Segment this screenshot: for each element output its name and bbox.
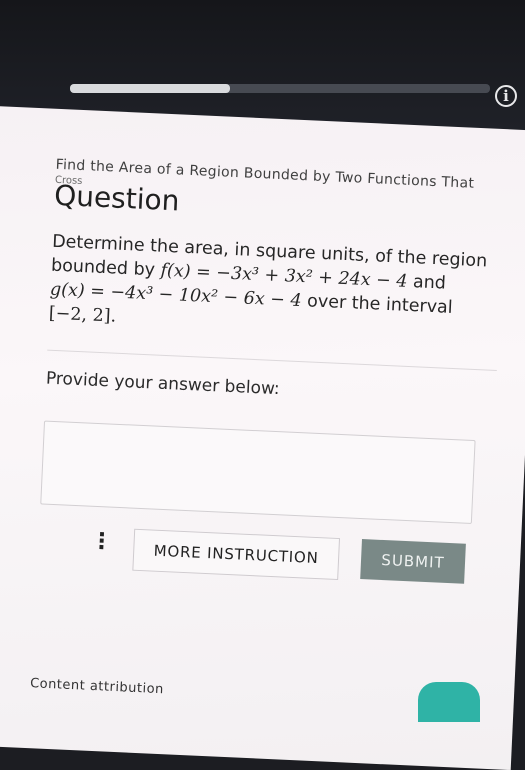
divider (47, 349, 497, 372)
more-options-icon[interactable]: ⋮ (90, 529, 113, 555)
and-text: and (406, 271, 447, 294)
answer-input[interactable] (40, 420, 476, 525)
bounded-by-text: bounded by (50, 255, 162, 281)
interval-text: over the interval (301, 291, 454, 318)
question-panel: Find the Area of a Region Bounded by Two… (0, 105, 525, 770)
info-icon[interactable]: i (495, 85, 517, 107)
question-text: Determine the area, in square units, of … (48, 230, 502, 346)
progress-fill (70, 84, 230, 93)
answer-prompt: Provide your answer below: (45, 368, 281, 400)
content-attribution-link[interactable]: Content attribution (30, 676, 164, 697)
submit-button[interactable]: SUBMIT (360, 539, 466, 584)
question-content: Find the Area of a Region Bounded by Two… (30, 157, 525, 697)
progress-bar (70, 84, 490, 93)
floating-tab[interactable] (418, 682, 480, 722)
more-instruction-button[interactable]: MORE INSTRUCTION (132, 528, 341, 581)
action-bar: ⋮ MORE INSTRUCTION SUBMIT (37, 522, 509, 603)
